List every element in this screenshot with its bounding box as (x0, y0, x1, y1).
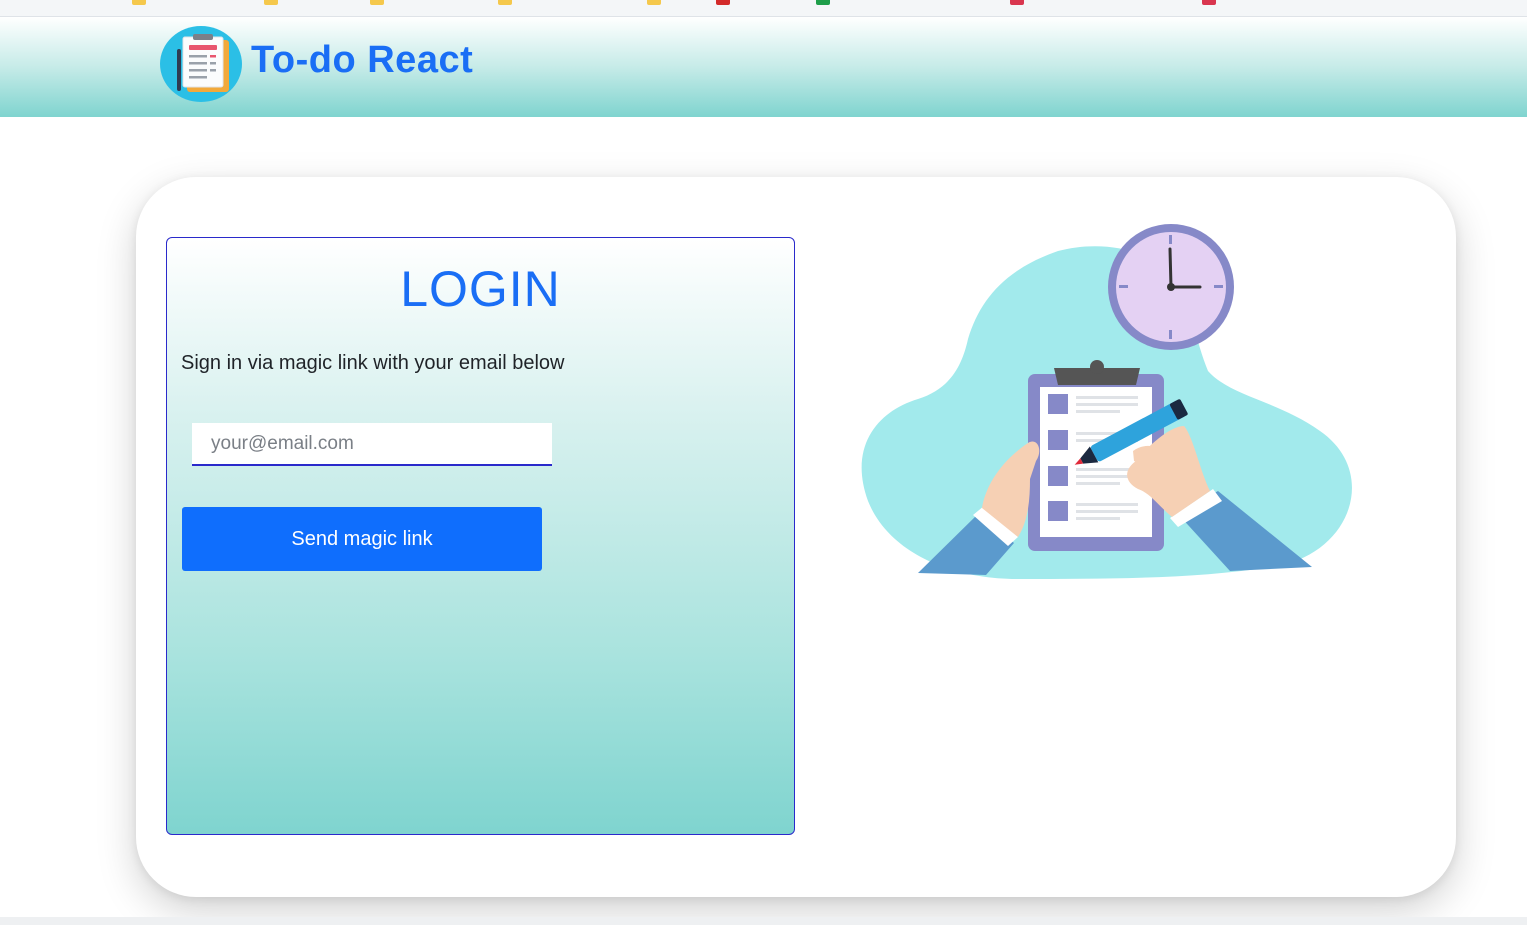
browser-bookmarks-bar (0, 0, 1527, 17)
bookmark-folder-icon[interactable] (370, 0, 384, 5)
browser-bottom-edge (0, 917, 1527, 925)
checklist-clock-illustration (861, 224, 1352, 579)
bookmark-site-icon[interactable] (1202, 0, 1216, 5)
send-magic-link-button[interactable]: Send magic link (182, 507, 542, 571)
bookmark-folder-icon[interactable] (132, 0, 146, 5)
top-navbar: To-do React (0, 17, 1527, 117)
bookmark-folder-icon[interactable] (498, 0, 512, 5)
bookmark-site-icon[interactable] (816, 0, 830, 5)
bookmark-site-icon[interactable] (716, 0, 730, 5)
bookmark-folder-icon[interactable] (264, 0, 278, 5)
bookmark-folder-icon[interactable] (647, 0, 661, 5)
login-panel: LOGIN Sign in via magic link with your e… (166, 237, 795, 835)
login-instructions: Sign in via magic link with your email b… (181, 352, 565, 374)
clipboard-checklist-icon[interactable] (159, 25, 243, 103)
email-input[interactable] (192, 423, 552, 466)
bookmark-site-icon[interactable] (1010, 0, 1024, 5)
brand-title[interactable]: To-do React (251, 39, 473, 82)
login-card: LOGIN Sign in via magic link with your e… (136, 177, 1456, 897)
login-title: LOGIN (400, 261, 561, 317)
